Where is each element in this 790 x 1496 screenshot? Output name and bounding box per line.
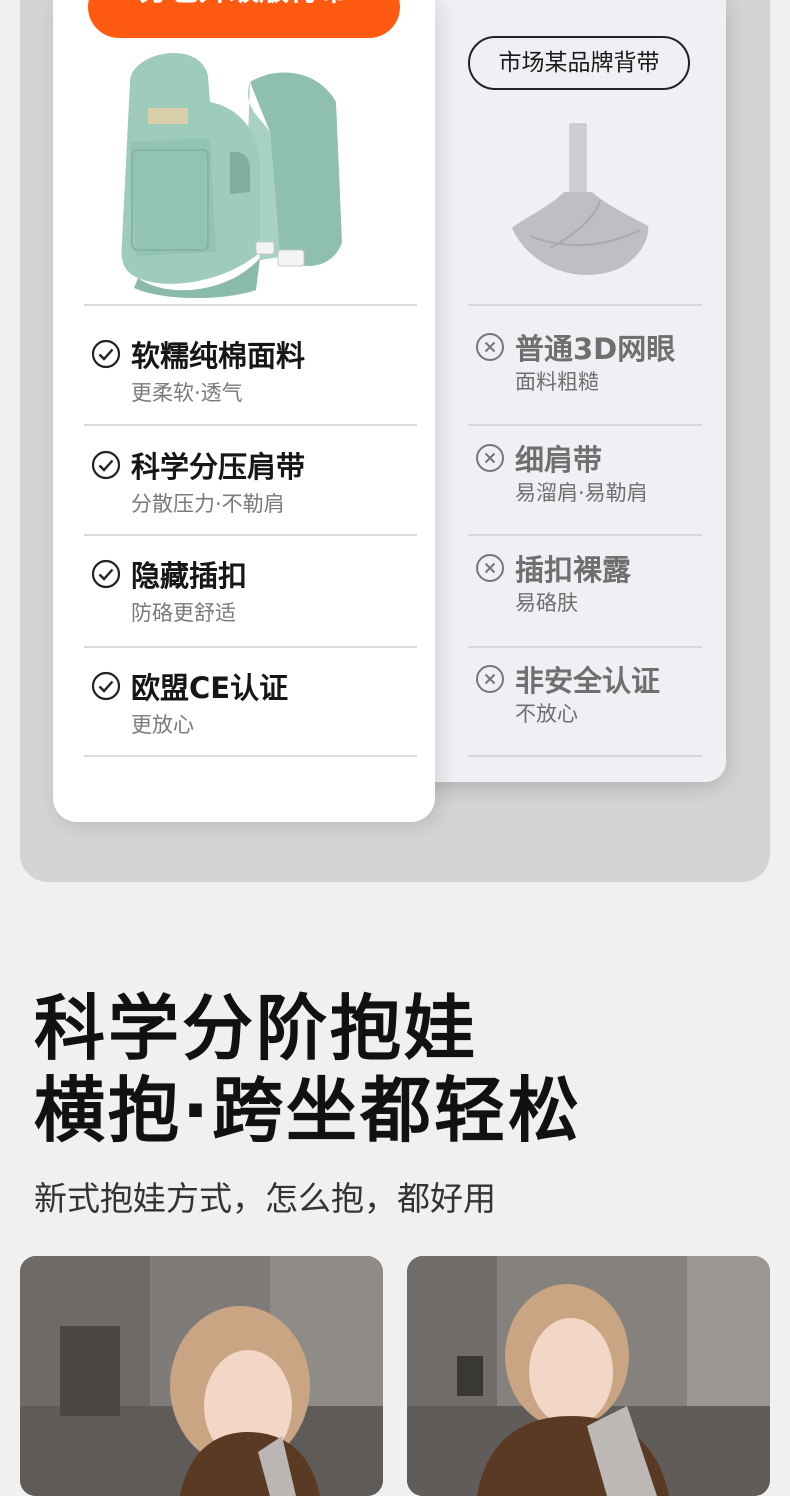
photo-placeholder [20,1256,383,1496]
feature-title: 科学分压肩带 [131,450,306,484]
divider [468,304,702,306]
feature-subtitle: 易硌肤 [515,591,578,615]
headline-line-2: 横抱·跨坐都轻松 [34,1069,582,1152]
feature-subtitle: 易溜肩·易勒肩 [515,481,648,505]
lifestyle-photo-1 [20,1256,383,1496]
feature-subtitle: 面料粗糙 [515,370,599,394]
our-product-badge: 分也升级版背带 [88,0,400,38]
divider [468,534,702,536]
feature-subtitle: 分散压力·不勒肩 [131,492,285,516]
section-headline: 科学分阶抱娃 横抱·跨坐都轻松 [34,988,582,1152]
x-circle-icon [476,554,504,582]
divider [84,424,417,426]
section-subline: 新式抱娃方式，怎么抱，都好用 [34,1179,496,1218]
feature-title: 细肩带 [515,443,603,477]
grey-sling-image [512,123,649,275]
x-circle-icon [476,444,504,472]
check-circle-icon [91,559,121,589]
headline-line-1: 科学分阶抱娃 [34,987,479,1070]
divider [468,646,702,648]
check-circle-icon [91,450,121,480]
competitor-badge: 市场某品牌背带 [468,36,690,90]
feature-subtitle: 防硌更舒适 [131,601,236,625]
check-circle-icon [91,671,121,701]
divider [84,534,417,536]
divider [84,646,417,648]
check-circle-icon [91,339,121,369]
green-carrier-image [121,52,342,299]
x-circle-icon [476,665,504,693]
feature-title: 欧盟CE认证 [131,671,289,705]
feature-title: 插扣裸露 [515,553,632,587]
divider [468,424,702,426]
divider [84,755,417,757]
feature-subtitle: 不放心 [515,702,578,726]
feature-title: 隐藏插扣 [131,559,248,593]
feature-title: 软糯纯棉面料 [131,339,306,373]
feature-title: 非安全认证 [515,664,661,698]
photo-placeholder [407,1256,770,1496]
divider [84,304,417,306]
feature-title: 普通3D网眼 [515,332,676,366]
feature-subtitle: 更放心 [131,713,194,737]
feature-subtitle: 更柔软·透气 [131,381,243,405]
x-circle-icon [476,333,504,361]
divider [468,755,702,757]
lifestyle-photo-2 [407,1256,770,1496]
